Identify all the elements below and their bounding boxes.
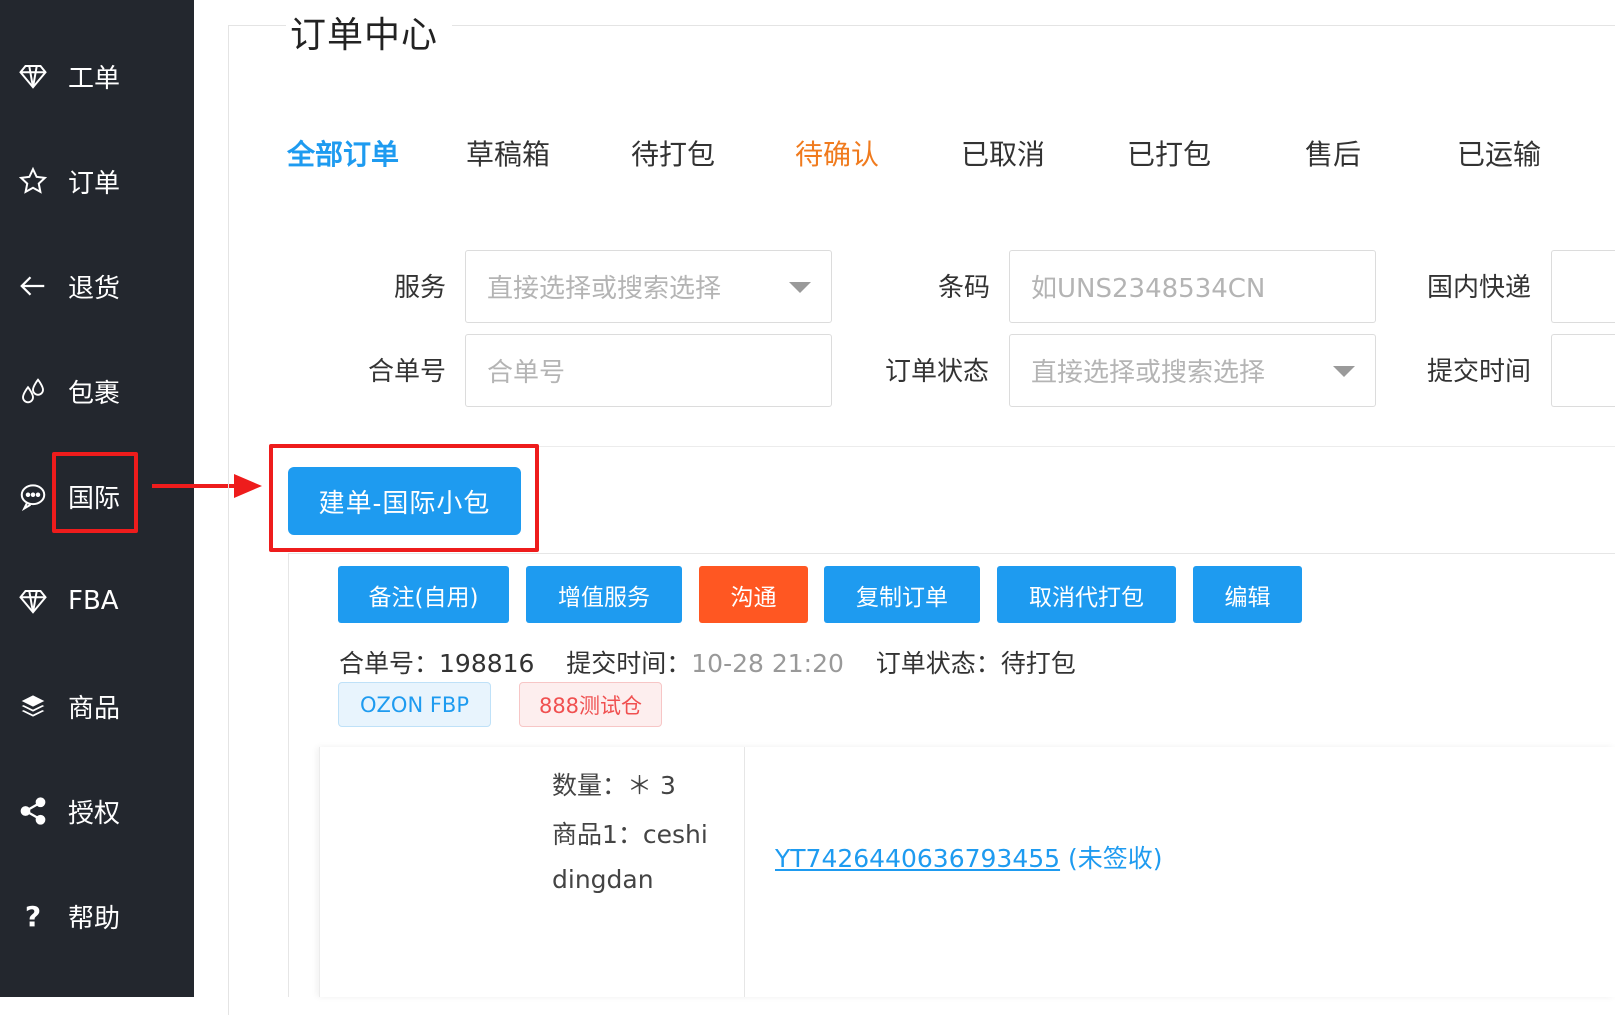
service-placeholder: 直接选择或搜索选择 [487,274,722,304]
tab-pending-pack[interactable]: 待打包 [631,133,715,173]
submit-time-input[interactable] [1551,334,1615,407]
chevron-down-icon [789,282,811,293]
divider [270,446,1615,447]
tab-after-sales[interactable]: 售后 [1305,133,1361,173]
submit-time-value: 10-28 21:20 [691,649,844,678]
merge-no-value: 198816 [439,649,535,678]
question-icon: ? [24,899,42,933]
layers-icon [16,689,50,723]
channel-tag: OZON FBP [338,682,491,727]
quantity-text: 数量：＊ 3 [552,771,676,800]
barcode-label: 条码 [938,273,991,303]
sidebar-item-returns[interactable]: 退货 [0,256,194,316]
status-value: 待打包 [1000,649,1076,678]
sidebar-item-products[interactable]: 商品 [0,676,194,736]
submit-time-meta-label: 提交时间： [566,649,692,678]
sidebar-item-authorization[interactable]: 授权 [0,781,194,841]
sidebar-item-label: 工单 [68,63,121,94]
merge-no-meta-label: 合单号： [339,649,440,678]
service-select[interactable]: 直接选择或搜索选择 [465,250,832,323]
service-label: 服务 [394,273,447,303]
edit-button[interactable]: 编辑 [1193,566,1302,623]
chat-bubble-icon [16,479,50,513]
cancel-packing-button[interactable]: 取消代打包 [997,566,1176,623]
submit-time-label: 提交时间 [1427,357,1532,387]
sidebar-item-label: 帮助 [68,903,121,934]
create-intl-parcel-button[interactable]: 建单-国际小包 [288,467,521,535]
tab-shipped[interactable]: 已运输 [1457,133,1541,173]
domestic-express-input[interactable] [1551,250,1615,323]
tab-drafts[interactable]: 草稿箱 [466,133,550,173]
sidebar-item-help[interactable]: ? 帮助 [0,886,194,946]
tab-pending-confirm[interactable]: 待确认 [795,133,879,173]
value-added-service-button[interactable]: 增值服务 [526,566,682,623]
status-meta-label: 订单状态： [875,649,1001,678]
sidebar-item-label: 商品 [68,693,121,724]
arrow-left-icon [16,269,50,303]
merge-no-label: 合单号 [368,357,447,387]
product-text-cont: dingdan [552,865,654,894]
tracking-number-link[interactable]: YT7426440636793455 [775,844,1060,873]
sidebar-item-packages[interactable]: 包裹 [0,361,194,421]
diamond-icon [16,59,50,93]
sidebar-item-label: 包裹 [68,378,121,409]
copy-order-button[interactable]: 复制订单 [824,566,980,623]
product-text: 商品1：ceshi [552,820,708,849]
communicate-button[interactable]: 沟通 [699,566,808,623]
sidebar-item-label: FBA [68,586,119,616]
page-title: 订单中心 [286,6,453,58]
sidebar-item-label: 退货 [68,273,121,304]
barcode-placeholder: 如UNS2348534CN [1031,274,1266,304]
sidebar-item-workorder[interactable]: 工单 [0,46,194,106]
tab-cancelled[interactable]: 已取消 [961,133,1045,173]
share-icon [16,794,50,828]
sidebar-item-label: 国际 [68,483,121,514]
sidebar-item-orders[interactable]: 订单 [0,151,194,211]
sidebar-item-label: 授权 [68,798,121,829]
star-icon [16,164,50,198]
drops-icon [16,374,50,408]
merge-no-placeholder: 合单号 [487,358,566,388]
warehouse-tag: 888测试仓 [519,682,662,727]
barcode-input[interactable]: 如UNS2348534CN [1009,250,1376,323]
order-status-placeholder: 直接选择或搜索选择 [1031,358,1266,388]
divider [744,747,745,997]
sidebar-item-label: 订单 [68,168,121,199]
tab-all-orders[interactable]: 全部订单 [287,133,399,173]
tab-packed[interactable]: 已打包 [1127,133,1211,173]
note-button[interactable]: 备注(自用) [338,566,509,623]
order-status-label: 订单状态 [885,357,990,387]
order-status-select[interactable]: 直接选择或搜索选择 [1009,334,1376,407]
diamond-icon [16,584,50,618]
order-meta: 合单号：198816 提交时间：10-28 21:20 订单状态：待打包 [339,644,1076,680]
tracking-status: (未签收) [1068,844,1163,873]
sidebar-item-fba[interactable]: FBA [0,571,194,631]
domestic-express-label: 国内快递 [1427,273,1532,303]
chevron-down-icon [1333,366,1355,377]
tracking-info: YT7426440636793455 (未签收) [775,839,1163,875]
merge-no-input[interactable]: 合单号 [465,334,832,407]
